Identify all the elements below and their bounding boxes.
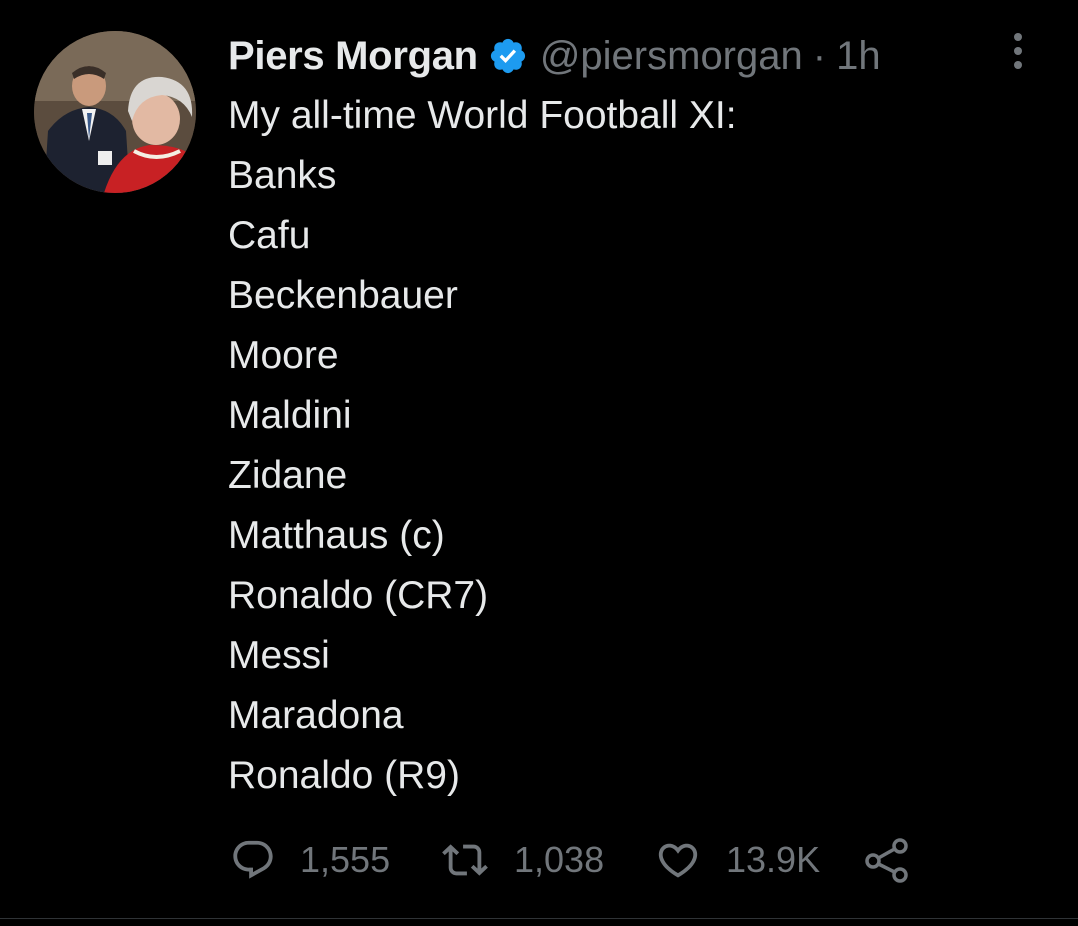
tweet-line: Ronaldo (CR7)	[228, 574, 489, 617]
tweet-line: Beckenbauer	[228, 274, 458, 317]
tweet-text: My all-time World Football XI: Banks Caf…	[228, 86, 1048, 806]
more-vertical-icon	[1014, 33, 1022, 69]
avatar-photo	[34, 31, 196, 193]
tweet-line: Maradona	[228, 694, 404, 737]
share-button[interactable]	[862, 837, 912, 883]
author-handle[interactable]: @piersmorgan	[540, 34, 803, 79]
tweet-actions: 1,555 1,038 13.9K	[230, 830, 912, 890]
more-options-button[interactable]	[1004, 30, 1032, 72]
tweet-line: Moore	[228, 334, 339, 377]
reply-button[interactable]: 1,555	[230, 837, 440, 883]
tweet-line: Cafu	[228, 214, 311, 257]
share-icon	[865, 838, 908, 883]
like-button[interactable]: 13.9K	[654, 837, 862, 883]
separator-dot: ·	[812, 33, 827, 78]
like-count: 13.9K	[726, 839, 821, 880]
retweet-icon	[442, 844, 488, 876]
divider	[0, 918, 1078, 919]
tweet-line: My all-time World Football XI:	[228, 94, 737, 137]
heart-icon	[658, 843, 698, 878]
reply-count: 1,555	[300, 839, 391, 880]
retweet-count: 1,038	[514, 839, 605, 880]
reply-icon	[233, 840, 273, 879]
retweet-button[interactable]: 1,038	[440, 837, 654, 883]
tweet-line: Matthaus (c)	[228, 514, 445, 557]
tweet-line: Ronaldo (R9)	[228, 754, 460, 797]
tweet-timestamp[interactable]: 1h	[836, 34, 881, 79]
tweet-line: Banks	[228, 154, 337, 197]
avatar[interactable]	[34, 31, 196, 193]
tweet-header: Piers Morgan @piersmorgan · 1h	[228, 28, 881, 84]
tweet-line: Maldini	[228, 394, 352, 437]
tweet-line: Messi	[228, 634, 330, 677]
author-display-name[interactable]: Piers Morgan	[228, 34, 478, 79]
tweet-line: Zidane	[228, 454, 348, 497]
verified-badge-icon	[488, 36, 528, 76]
